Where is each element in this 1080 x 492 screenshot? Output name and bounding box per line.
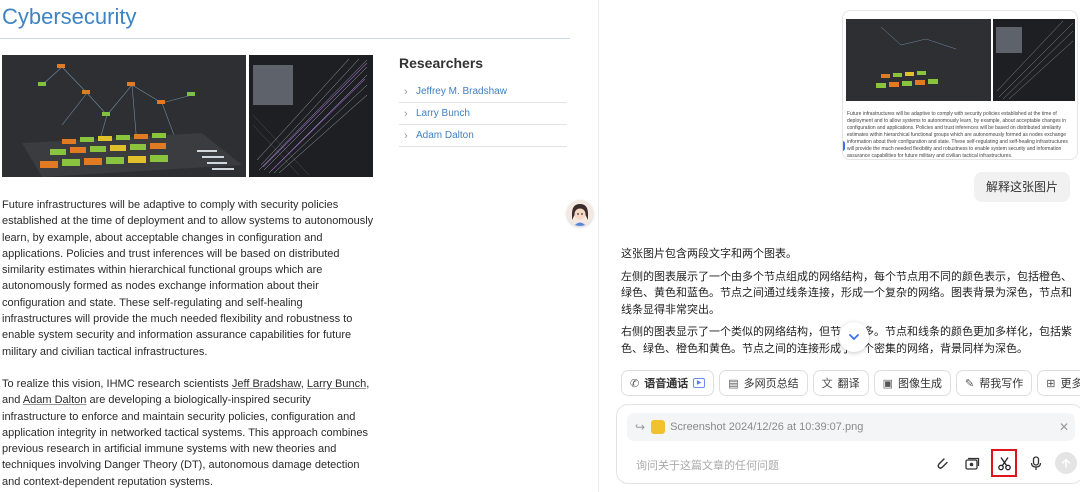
researcher-name[interactable]: Adam Dalton [411,130,474,141]
researcher-link[interactable]: › Adam Dalton [399,125,567,147]
tool-label: 帮我写作 [979,378,1024,390]
translate-button[interactable]: 文 翻译 [812,370,869,396]
researchers-heading: Researchers [399,55,484,71]
thumbnail-figure-right [993,19,1075,101]
pen-icon: ✎ [965,377,975,390]
text-run: To realize this vision, IHMC research sc… [2,378,232,390]
tool-bar: ✆ 语音通话 ▶ ▤ 多网页总结 文 翻译 ▣ 图像生成 ✎ 帮我写作 ⊞ 更多 [621,370,1080,396]
screenshot-scissors-button[interactable] [991,449,1017,477]
tool-label: 语音通话 [644,378,689,390]
user-message: 解释这张图片 [973,172,1070,202]
network-figure-right [249,55,373,177]
chevron-right-icon: › [404,107,408,120]
thumbnail-figure-left [846,19,991,101]
answer-paragraph: 左侧的图表展示了一个由多个节点组成的网络结构，每个节点用不同的颜色表示，包括橙色… [621,270,1072,316]
new-badge-icon: ▶ [693,378,706,388]
attach-button[interactable] [931,452,953,474]
attachment-filename: Screenshot 2024/12/26 at 10:39:07.png [670,421,864,433]
paperclip-icon [937,458,948,469]
scroll-down-button[interactable] [839,322,869,352]
thumbnail-caption: Future infrastructures will be adaptive … [847,111,1068,159]
voice-call-button[interactable]: ✆ 语音通话 ▶ [621,370,715,396]
researcher-link[interactable]: › Larry Bunch [399,103,567,125]
tool-label: 翻译 [837,378,860,390]
title-divider [0,38,570,39]
image-upload-button[interactable] [961,452,983,474]
grid-icon: ⊞ [1046,377,1056,390]
screenshot-file-icon [651,420,666,434]
close-icon[interactable]: ✕ [1059,420,1069,434]
text-run: are developing a biologically-inspired s… [2,394,369,488]
attachment-chip[interactable]: ↪ Screenshot 2024/12/26 at 10:39:07.png … [627,413,1075,441]
arrow-up-icon [1061,458,1071,468]
researcher-name[interactable]: Larry Bunch [411,108,470,119]
reply-arrow-icon: ↪ [635,420,646,434]
researcher-inline-link[interactable]: Jeff Bradshaw [232,378,301,390]
article-pane: Cybersecurity Researchers › Jeffrey M. B… [0,0,598,492]
chat-input-box: ↪ Screenshot 2024/12/26 at 10:39:07.png … [616,404,1080,484]
article-paragraph: To realize this vision, IHMC research sc… [2,376,374,490]
input-actions [931,449,1077,477]
assistant-avatar[interactable] [567,200,593,226]
screenshot-thumbnail[interactable]: Future infrastructures will be adaptive … [842,10,1078,160]
send-button[interactable] [1055,452,1077,474]
researcher-inline-link[interactable]: Larry Bunch [307,378,366,390]
researcher-link[interactable]: › Jeffrey M. Bradshaw [399,81,567,103]
answer-paragraph: 这张图片包含两段文字和两个图表。 [621,248,797,260]
selection-handle[interactable] [843,141,845,151]
gallery-icon [964,457,979,470]
network-figure-left [2,55,246,177]
researchers-panel: Researchers › Jeffrey M. Bradshaw › Larr… [399,55,567,147]
chat-panel: Future infrastructures will be adaptive … [599,0,1080,492]
document-icon: ▤ [728,377,739,390]
tool-label: 图像生成 [898,378,943,390]
phone-icon: ✆ [630,377,640,390]
chevron-down-icon [849,334,859,341]
researcher-name[interactable]: Jeffrey M. Bradshaw [411,86,507,97]
researcher-inline-link[interactable]: Adam Dalton [23,394,87,406]
image-icon: ▣ [882,377,894,390]
tool-label: 更多 [1060,378,1080,390]
chevron-right-icon: › [404,85,408,98]
chat-input[interactable]: 询问关于这篇文章的任何问题 [636,457,779,473]
image-generation-button[interactable]: ▣ 图像生成 [873,370,952,396]
microphone-icon [1030,455,1042,470]
microphone-button[interactable] [1025,452,1047,474]
more-tools-button[interactable]: ⊞ 更多 [1037,370,1080,396]
writing-help-button[interactable]: ✎ 帮我写作 [956,370,1033,396]
multi-page-summary-button[interactable]: ▤ 多网页总结 [719,370,808,396]
chevron-right-icon: › [404,129,408,142]
page-title: Cybersecurity [2,4,137,29]
article-paragraph: Future infrastructures will be adaptive … [2,199,374,358]
tool-label: 多网页总结 [743,378,799,390]
translate-icon: 文 [821,378,833,390]
scissors-icon [997,456,1011,470]
